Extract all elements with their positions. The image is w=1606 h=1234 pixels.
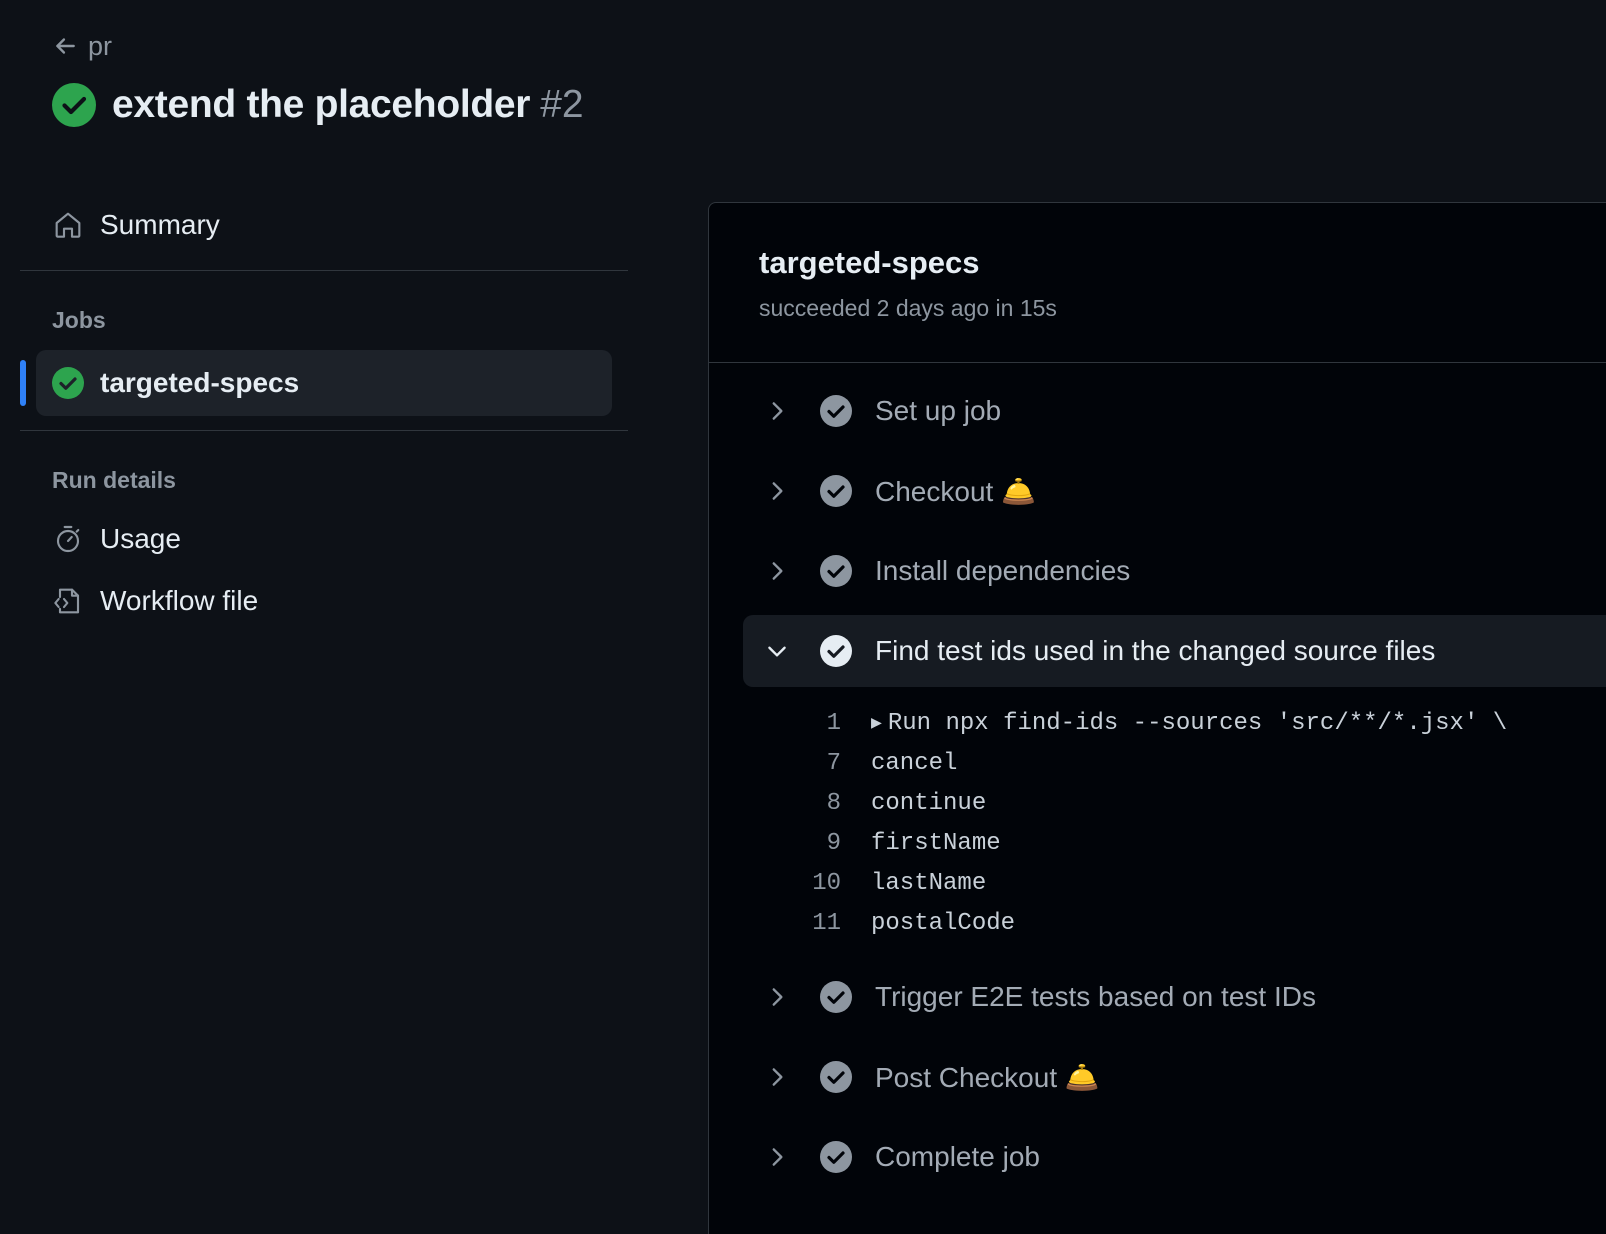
log-line: 7 cancel	[743, 743, 1606, 783]
step-row[interactable]: Set up job	[743, 375, 1606, 447]
chevron-right-icon	[772, 1068, 783, 1086]
step-row[interactable]: Complete job	[743, 1121, 1606, 1193]
sidebar: Summary Jobs targeted-specs Run details …	[20, 200, 628, 626]
log-text: cancel	[871, 749, 958, 777]
step-label: Complete job	[875, 1141, 1040, 1172]
check-circle-fill-icon	[52, 367, 84, 399]
line-number: 11	[812, 909, 841, 937]
check-circle-icon	[820, 981, 852, 1013]
steps-list: Set up job Checkout 🛎️ Install dependenc…	[709, 363, 1606, 1193]
log-text: lastName	[871, 869, 987, 897]
chevron-right-icon	[772, 988, 783, 1006]
sidebar-item-label: Summary	[100, 209, 220, 240]
step-label: Post Checkout 🛎️	[875, 1061, 1100, 1093]
step-row[interactable]: Checkout 🛎️	[743, 455, 1606, 527]
job-panel: targeted-specs succeeded 2 days ago in 1…	[708, 202, 1606, 1234]
sidebar-divider	[20, 270, 628, 271]
step-label: Set up job	[875, 395, 1002, 426]
chevron-down-icon	[768, 646, 786, 657]
run-title-text: extend the placeholder	[112, 83, 531, 126]
log-line: 9 firstName	[743, 823, 1606, 863]
page-title: extend the placeholder #2	[52, 80, 584, 130]
line-number: 10	[812, 869, 841, 897]
chevron-right-icon	[772, 402, 783, 420]
step-label: Trigger E2E tests based on test IDs	[875, 981, 1316, 1012]
arrow-left-icon	[56, 38, 75, 54]
run-number: #2	[540, 83, 584, 126]
back-link[interactable]: pr	[52, 28, 112, 64]
run-details-heading: Run details	[52, 467, 176, 493]
job-name: targeted-specs	[100, 367, 300, 398]
check-circle-fill-icon	[52, 83, 96, 127]
sidebar-item-label: Workflow file	[100, 585, 259, 616]
chevron-right-icon	[772, 482, 783, 500]
job-status: succeeded 2 days ago in 15s	[759, 295, 1057, 321]
chevron-right-icon	[772, 562, 783, 580]
log-line: 8 continue	[743, 783, 1606, 823]
chevron-right-icon	[772, 1148, 783, 1166]
log-line: 10 lastName	[743, 863, 1606, 903]
line-number: 9	[826, 829, 841, 857]
back-link-label: pr	[88, 30, 113, 61]
line-number: 7	[826, 749, 841, 777]
log-text: continue	[871, 789, 987, 817]
sidebar-divider	[20, 430, 628, 431]
check-circle-icon	[820, 1141, 852, 1173]
log-text: postalCode	[871, 909, 1016, 937]
job-title: targeted-specs	[759, 245, 980, 280]
jobs-heading: Jobs	[52, 307, 106, 333]
step-log: 1 ▶ Run npx find-ids --sources 'src/**/*…	[743, 697, 1606, 961]
check-circle-icon	[820, 395, 852, 427]
step-label: Install dependencies	[875, 555, 1131, 586]
check-circle-icon	[820, 475, 852, 507]
sidebar-item-label: Usage	[100, 523, 181, 554]
log-line[interactable]: 1 ▶ Run npx find-ids --sources 'src/**/*…	[743, 703, 1606, 743]
check-circle-icon	[820, 555, 852, 587]
step-row-expanded[interactable]: Find test ids used in the changed source…	[743, 615, 1606, 687]
home-icon	[55, 212, 81, 238]
log-text: firstName	[871, 829, 1001, 857]
stopwatch-icon	[56, 525, 80, 553]
step-row[interactable]: Post Checkout 🛎️	[743, 1041, 1606, 1113]
workflow-run-page: pr extend the placeholder #2 Summary Jobs…	[0, 0, 1606, 1234]
step-row[interactable]: Install dependencies	[743, 535, 1606, 607]
log-line: 11 postalCode	[743, 903, 1606, 943]
sidebar-item-usage[interactable]: Usage	[20, 514, 628, 564]
line-number: 8	[826, 789, 841, 817]
disclosure-triangle-icon[interactable]: ▶	[871, 712, 882, 734]
sidebar-item-job[interactable]: targeted-specs	[20, 350, 612, 416]
sidebar-item-summary[interactable]: Summary	[20, 200, 628, 250]
selected-indicator	[20, 360, 26, 406]
step-label: Checkout 🛎️	[875, 475, 1036, 507]
file-code-icon	[54, 588, 80, 614]
sidebar-item-workflow-file[interactable]: Workflow file	[20, 576, 628, 626]
job-header: targeted-specs succeeded 2 days ago in 1…	[709, 203, 1606, 363]
step-label: Find test ids used in the changed source…	[875, 635, 1436, 666]
log-text: Run npx find-ids --sources 'src/**/*.jsx…	[887, 709, 1508, 737]
check-circle-icon	[820, 635, 852, 667]
step-row[interactable]: Trigger E2E tests based on test IDs	[743, 961, 1606, 1033]
line-number: 1	[826, 709, 841, 737]
check-circle-icon	[820, 1061, 852, 1093]
